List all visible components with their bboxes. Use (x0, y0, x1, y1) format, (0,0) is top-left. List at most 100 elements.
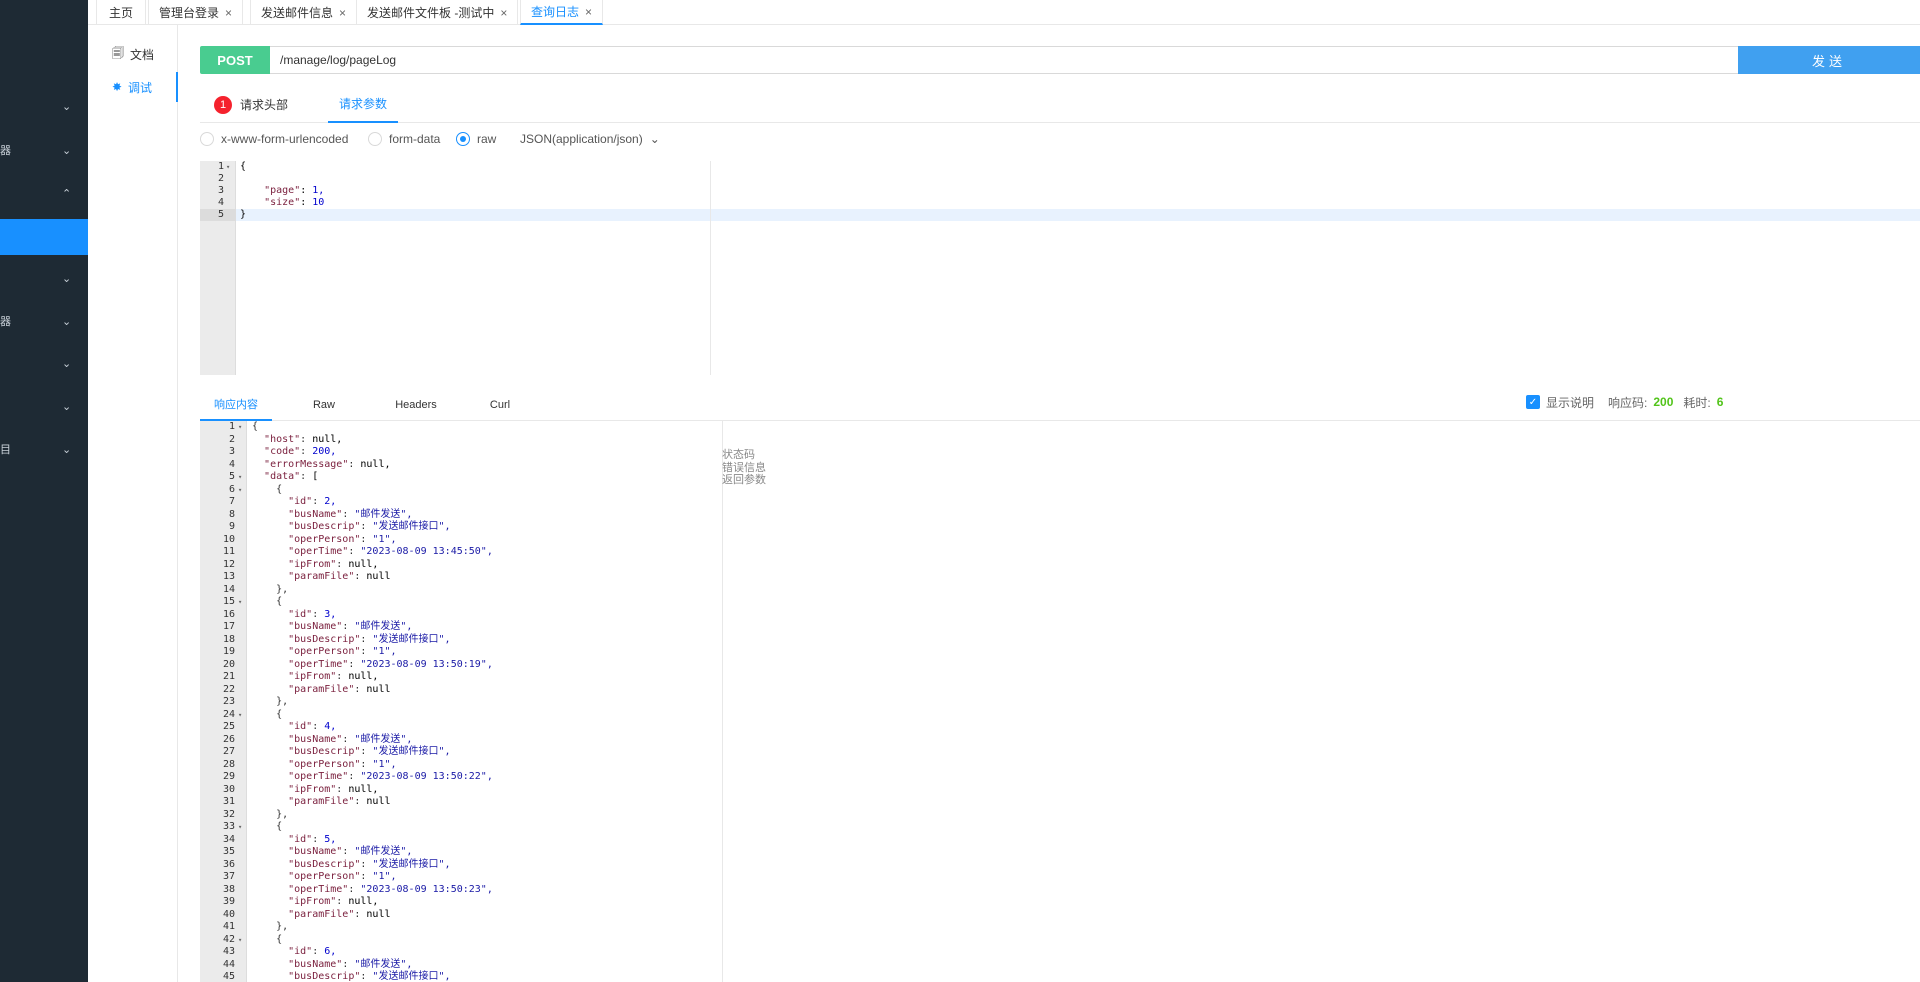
code-line: "host": null, (264, 433, 343, 445)
line-number: 30 (222, 783, 235, 795)
radio-circle (368, 132, 382, 146)
tab-response-headers[interactable]: Headers (386, 388, 446, 421)
code-line: "paramFile": null (288, 683, 391, 695)
tab-response-curl[interactable]: Curl (476, 388, 524, 421)
code-line: "paramFile": null (288, 571, 391, 582)
print-margin (710, 161, 711, 375)
debug-icon: ✸ (111, 80, 123, 94)
sidebar-item-8[interactable]: 目 ⌄ (0, 432, 88, 468)
line-number: 36 (222, 858, 235, 870)
sidebar-item-label: 器 (0, 145, 11, 157)
active-line-highlight (200, 209, 1920, 221)
sidebar-item-5[interactable]: 器 ⌄ (0, 304, 88, 340)
sidebar-active-item[interactable] (0, 219, 88, 255)
radio-raw[interactable]: raw (456, 132, 496, 146)
code-line: }, (252, 808, 289, 820)
radio-label: x-www-form-urlencoded (221, 132, 349, 146)
sidebar-item-label: 器 (0, 316, 11, 328)
code-line: "busDescrip": "发送邮件接口", (288, 746, 451, 757)
line-number: 19 (222, 646, 235, 657)
code-line: "operTime": "2023-08-09 13:50:23", (288, 883, 493, 895)
sidebar-item-label: 目 (0, 444, 11, 456)
tab-label: 管理台登录 (159, 5, 220, 20)
response-gutter: 1 ▾ 2 3 4 5 ▾ 6 ▾ 7 8 9 10 11 12 13 14 15 ▾ 16 17 18 19 20 21 22 2… (200, 421, 247, 982)
fold-arrow-icon[interactable]: ▾ (238, 421, 242, 434)
method-badge[interactable]: POST (200, 46, 270, 74)
tab-admin-login[interactable]: 管理台登录 × (148, 0, 244, 25)
show-desc-label: 显示说明 (1546, 395, 1595, 410)
note-code: 状态码 (722, 449, 755, 461)
sidebar-item-7[interactable]: ⌄ (0, 389, 88, 425)
tab-request-params[interactable]: 请求参数 (328, 86, 398, 123)
code-line: "id": 6, (288, 946, 337, 957)
code-line: "busDescrip": "发送邮件接口", (288, 971, 451, 982)
line-number: 14 (222, 583, 235, 595)
tab-home[interactable]: 主页 (96, 0, 146, 25)
line-number: 45 (222, 971, 235, 982)
nav-debug[interactable]: ✸ 调试 (88, 72, 178, 102)
nav-doc[interactable]: 🗐 文档 (88, 39, 178, 69)
close-icon[interactable]: × (225, 6, 232, 20)
chevron-down-icon: ⌄ (62, 316, 72, 328)
sidebar-item-6[interactable]: ⌄ (0, 346, 88, 382)
fold-arrow-icon[interactable]: ▾ (238, 471, 242, 484)
radio-urlencoded[interactable]: x-www-form-urlencoded (200, 132, 348, 146)
close-icon[interactable]: × (339, 6, 346, 20)
content-type-select[interactable]: JSON(application/json) ⌄ (520, 132, 660, 146)
code-line: "id": 4, (288, 721, 337, 732)
tab-request-headers[interactable]: 1 请求头部 (214, 86, 288, 123)
code-line: "errorMessage": null, (264, 458, 391, 470)
close-icon[interactable]: × (500, 6, 507, 20)
response-body-editor[interactable]: 1 ▾ 2 3 4 5 ▾ 6 ▾ 7 8 9 10 11 12 13 14 15 ▾ 16 17 18 19 20 21 22 2… (200, 421, 1920, 982)
line-number: 44 (222, 958, 235, 970)
tab-send-mail-template[interactable]: 发送邮件文件板 -测试中 × (356, 0, 519, 25)
line-number: 43 (222, 946, 235, 957)
sidebar-item-2[interactable]: 器 ⌄ (0, 133, 88, 169)
code-line: } (240, 209, 247, 220)
fold-arrow-icon[interactable]: ▾ (238, 484, 242, 497)
fold-arrow-icon[interactable]: ▾ (238, 596, 242, 609)
line-number: 7 (228, 496, 235, 507)
sidebar-item-4[interactable]: ⌄ (0, 261, 88, 297)
fold-arrow-icon[interactable]: ▾ (238, 709, 242, 722)
code-line: "busDescrip": "发送邮件接口", (288, 633, 451, 645)
tab-response-content[interactable]: 响应内容 (200, 388, 272, 421)
response-divider (722, 421, 723, 982)
line-number: 18 (222, 633, 235, 645)
tab-label: 查询日志 (531, 4, 580, 19)
code-line: "operTime": "2023-08-09 13:50:19", (288, 658, 493, 670)
code-line: "ipFrom": null, (288, 783, 379, 795)
line-number: 29 (222, 771, 235, 782)
status-code-value: 200 (1653, 395, 1674, 409)
close-icon[interactable]: × (585, 5, 592, 19)
fold-arrow-icon[interactable]: ▾ (238, 934, 242, 947)
sidebar-item-3[interactable]: ⌃ (0, 176, 88, 212)
code-line: "operPerson": "1", (288, 533, 397, 545)
line-number: 2 (228, 433, 235, 445)
editor-gutter: 1 ▾ 2 3 4 5 (200, 161, 236, 375)
show-desc-checkbox[interactable]: ✓ (1526, 395, 1540, 409)
url-input[interactable] (270, 46, 1920, 74)
tab-query-log[interactable]: 查询日志 × (520, 0, 604, 25)
line-number: 34 (222, 833, 235, 845)
request-body-editor[interactable]: 1 ▾ 2 3 4 5 { "page": 1, "size": 10} (200, 161, 1920, 375)
code-line: "busDescrip": "发送邮件接口", (288, 521, 451, 532)
send-button[interactable]: 发送 (1738, 46, 1920, 74)
chevron-up-icon: ⌃ (62, 188, 72, 200)
line-number: 22 (222, 683, 235, 695)
fold-arrow-icon[interactable]: ▾ (238, 821, 242, 834)
code-line: "id": 5, (288, 833, 337, 845)
line-number: 21 (222, 671, 235, 682)
fold-arrow-icon[interactable]: ▾ (226, 161, 230, 173)
sidebar-item-1[interactable]: ⌄ (0, 89, 88, 125)
nav-doc-label: 文档 (129, 47, 154, 62)
radio-form-data[interactable]: form-data (368, 132, 440, 146)
code-line: "operPerson": "1", (288, 871, 397, 882)
code-line: "ipFrom": null, (288, 671, 379, 682)
line-number: 38 (222, 883, 235, 895)
line-number: 5 (217, 209, 224, 220)
line-number: 20 (222, 658, 235, 670)
tab-send-mail-info[interactable]: 发送邮件信息 × (250, 0, 358, 25)
tab-response-raw[interactable]: Raw (300, 388, 348, 421)
code-line: { (252, 933, 283, 945)
